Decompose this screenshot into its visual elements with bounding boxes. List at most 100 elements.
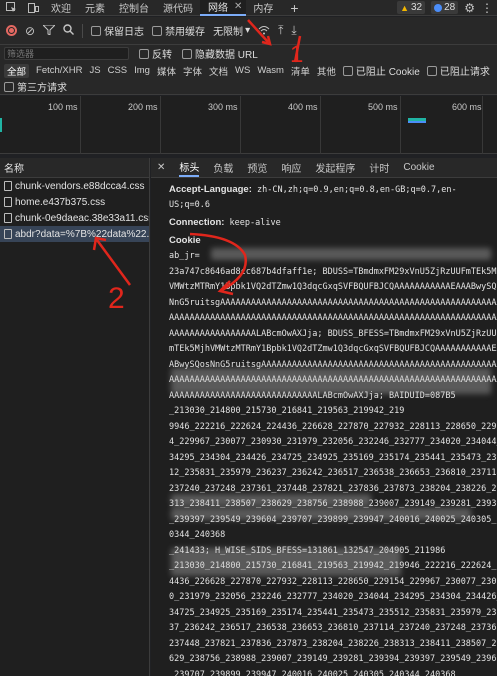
tab-console[interactable]: 控制台 [112, 0, 156, 16]
tab-cookies[interactable]: Cookie [403, 162, 434, 173]
messages-count: 28 [444, 2, 456, 13]
file-icon [4, 197, 12, 207]
cookie-line: 37_236242_236517_236538_236653_236810_23… [169, 623, 497, 633]
checkbox-box[interactable] [426, 65, 437, 76]
tab-preview[interactable]: 预览 [247, 160, 267, 175]
timeline-bar [408, 121, 426, 123]
name-column-header[interactable]: 名称 [0, 158, 149, 178]
header-name: Cookie [169, 235, 201, 246]
clear-icon[interactable]: ⊘ [25, 24, 35, 38]
third-party-checkbox[interactable]: 第三方请求 [4, 79, 67, 94]
blocked-requests-checkbox[interactable]: 已阻止请求 [426, 63, 490, 78]
messages-badge[interactable]: 28 [431, 1, 459, 14]
tab-sources[interactable]: 源代码 [156, 0, 200, 16]
tick-line [482, 96, 483, 154]
disable-cache-checkbox[interactable]: 禁用缓存 [152, 23, 205, 38]
type-filter-all[interactable]: 全部 [4, 63, 30, 78]
type-filter-js[interactable]: JS [89, 65, 100, 76]
warning-icon: ▲ [400, 2, 409, 13]
cookie-line: 12_235831_235979_236237_236242_236517_23… [169, 468, 497, 478]
checkbox-box[interactable] [342, 65, 353, 76]
tab-response[interactable]: 响应 [281, 160, 301, 175]
cookie-line: NnG5ruitsgAAAAAAAAAAAAAAAAAAAAAAAAAAAAAA… [169, 297, 497, 308]
cookie-line: VMWtzMTRmY1Bpbk1VQ2dTZmw1Q3dqcGxqSVFBQUF… [169, 282, 497, 292]
request-row[interactable]: chunk-vendors.e88dcca4.css [0, 178, 149, 194]
preserve-log-label: 保留日志 [104, 27, 145, 38]
warnings-badge[interactable]: ▲ 32 [397, 1, 426, 14]
blocked-cookies-checkbox[interactable]: 已阻止 Cookie [342, 63, 420, 78]
type-filter-manifest[interactable]: 清单 [291, 64, 310, 78]
import-har-icon[interactable]: ⤒ [278, 23, 283, 38]
request-row[interactable]: chunk-0e9daeac.38e33a11.css [0, 210, 149, 226]
redacted-area [171, 508, 471, 520]
type-filter-other[interactable]: 其他 [317, 64, 336, 78]
blocked-requests-label: 已阻止请求 [439, 67, 490, 78]
preserve-log-checkbox[interactable]: 保留日志 [91, 23, 144, 38]
request-detail-pane: ✕ 标头 负载 预览 响应 发起程序 计时 Cookie Accept-Lang… [151, 158, 497, 676]
inspect-element-icon[interactable] [0, 0, 22, 16]
cookie-line: 34725_234925_235169_235174_235441_235473… [169, 607, 497, 618]
checkbox-box[interactable] [139, 48, 149, 59]
type-filter-wasm[interactable]: Wasm [257, 65, 284, 76]
tab-memory[interactable]: 内存 [246, 0, 280, 16]
message-icon [434, 3, 443, 12]
search-icon[interactable] [63, 23, 75, 38]
cookie-line: mTEk5MjhVMWtzMTRmY1Bpbk1VQ2dTZmw1Q3dqcGx… [169, 344, 497, 354]
tab-network[interactable]: 网络 ✕ [200, 0, 247, 16]
tab-network-label: 网络 [208, 3, 228, 14]
tab-payload[interactable]: 负载 [213, 160, 233, 175]
request-name: abdr?data=%7B%22data%22... [15, 228, 149, 240]
tick-label: 300 ms [208, 102, 238, 112]
filter-row: 反转 隐藏数据 URL [0, 45, 497, 62]
tick-label: 100 ms [48, 102, 78, 112]
header-name: Accept-Language: [169, 184, 252, 195]
checkbox-box[interactable] [4, 81, 14, 92]
type-filter-css[interactable]: CSS [108, 65, 128, 76]
request-name: home.e437b375.css [15, 196, 106, 208]
record-button[interactable] [6, 25, 17, 36]
type-filter-ws[interactable]: WS [235, 65, 250, 76]
tab-welcome[interactable]: 欢迎 [44, 0, 78, 16]
add-tab-icon[interactable]: + [290, 0, 298, 16]
resource-type-filters: 全部 Fetch/XHR JS CSS Img 媒体 字体 文档 WS Wasm… [0, 62, 497, 79]
cookie-line: 0_231979_232056_232246_232777_234020_234… [169, 592, 497, 602]
blocked-cookies-label: 已阻止 Cookie [355, 67, 420, 78]
header-name: Connection: [169, 217, 225, 228]
cookie-value: ab_jr= 23a747c8646ad8cc687b4dfaff1e; BDUS… [151, 249, 497, 676]
request-row-selected[interactable]: abdr?data=%7B%22data%22... [0, 226, 149, 242]
redacted-area [211, 248, 491, 260]
cookie-line: 23a747c8646ad8cc687b4dfaff1e; BDUSS=TBmd… [169, 266, 497, 277]
request-name: chunk-vendors.e88dcca4.css [15, 180, 145, 192]
network-conditions-icon[interactable] [258, 24, 270, 38]
network-overview[interactable]: 100 ms 200 ms 300 ms 400 ms 500 ms 600 m… [0, 96, 497, 154]
checkbox-box[interactable] [91, 25, 102, 36]
cookie-line: 4_229967_230077_230930_231979_232056_232… [169, 437, 497, 447]
cookie-line: AAAAAAAAAAAAAAAAALABcmOwAXJja; BDUSS_BFE… [169, 328, 497, 339]
type-filter-media[interactable]: 媒体 [157, 64, 176, 78]
type-filter-font[interactable]: 字体 [183, 64, 202, 78]
checkbox-box[interactable] [182, 48, 192, 59]
type-filter-fetch-xhr[interactable]: Fetch/XHR [36, 65, 82, 76]
tick-line [160, 96, 161, 154]
close-detail-icon[interactable]: ✕ [157, 162, 165, 173]
tab-timing[interactable]: 计时 [369, 160, 389, 175]
tab-initiator[interactable]: 发起程序 [315, 160, 355, 175]
tick-label: 200 ms [128, 102, 158, 112]
hide-data-urls-checkbox[interactable]: 隐藏数据 URL [182, 46, 258, 61]
filter-input[interactable] [4, 47, 129, 60]
cookie-line: 629_238756_238988_239007_239149_239281_2… [169, 654, 497, 664]
export-har-icon[interactable]: ⤓ [291, 23, 296, 38]
type-filter-img[interactable]: Img [134, 65, 150, 76]
type-filter-doc[interactable]: 文档 [209, 64, 228, 78]
close-icon[interactable]: ✕ [234, 1, 242, 12]
checkbox-box[interactable] [152, 25, 163, 36]
throttle-select[interactable]: 无限制 ▾ [213, 23, 250, 38]
tab-elements[interactable]: 元素 [78, 0, 112, 16]
more-options-icon[interactable]: ⋮ [481, 1, 493, 15]
device-toolbar-icon[interactable] [22, 0, 44, 16]
tab-headers[interactable]: 标头 [179, 159, 200, 177]
settings-icon[interactable]: ⚙ [464, 1, 475, 15]
request-row[interactable]: home.e437b375.css [0, 194, 149, 210]
invert-checkbox[interactable]: 反转 [139, 46, 172, 61]
filter-icon[interactable] [41, 24, 57, 38]
